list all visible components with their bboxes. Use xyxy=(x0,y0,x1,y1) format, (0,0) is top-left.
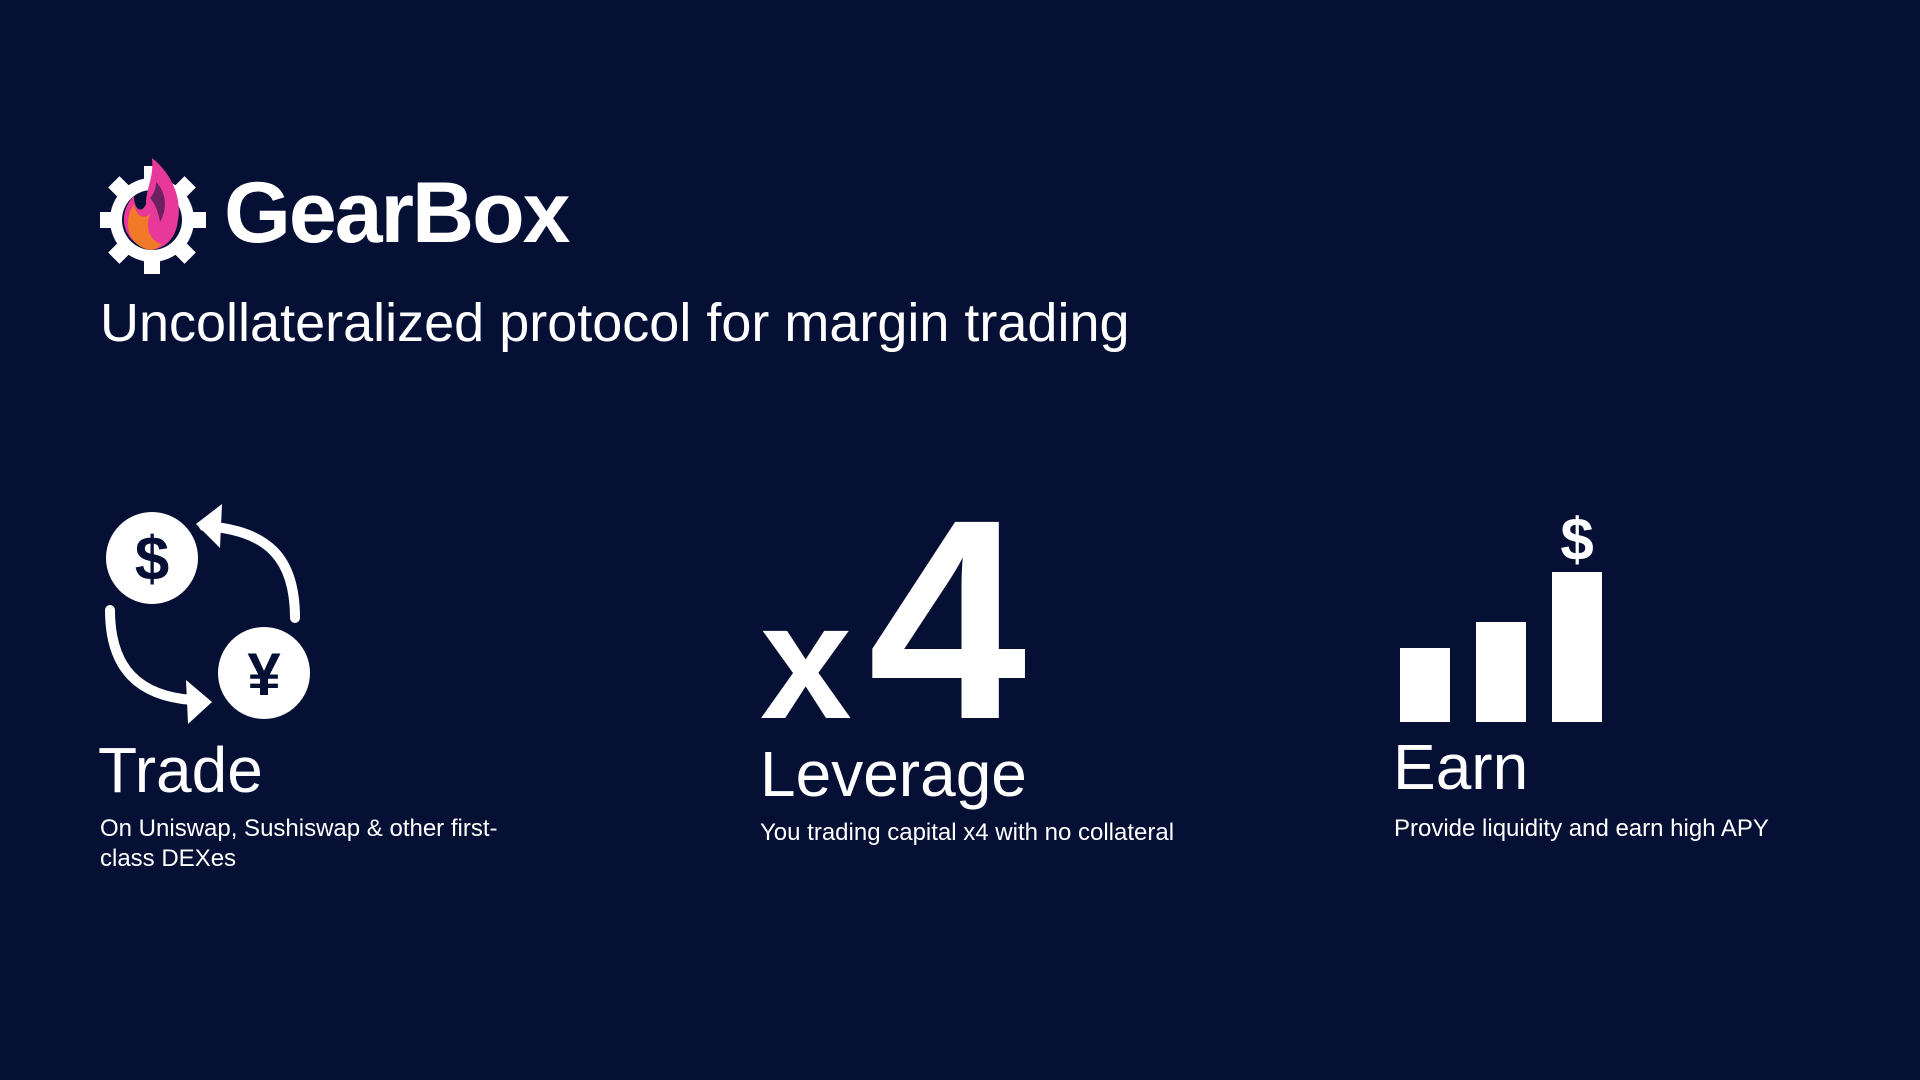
currency-exchange-icon: $ ¥ xyxy=(105,504,310,724)
gear-flame-icon xyxy=(100,158,206,274)
trade-description: On Uniswap, Sushiswap & other first-clas… xyxy=(100,815,498,872)
bar-1 xyxy=(1400,648,1450,722)
multiplier-number: 4 xyxy=(868,500,1028,730)
x-prefix: x xyxy=(760,569,852,730)
x4-multiplier: x 4 xyxy=(760,500,1028,730)
dollar-symbol: $ xyxy=(135,525,169,594)
earn-dollar-symbol: $ xyxy=(1560,506,1593,573)
earn-title: Earn xyxy=(1393,731,1529,803)
trade-title: Trade xyxy=(98,734,263,806)
leverage-description: You trading capital x4 with no collatera… xyxy=(760,819,1175,846)
leverage-title: Leverage xyxy=(760,738,1027,810)
bar-2 xyxy=(1476,622,1526,722)
brand-name: GearBox xyxy=(224,165,570,261)
growth-bars-icon: $ xyxy=(1400,506,1602,722)
tagline: Uncollateralized protocol for margin tra… xyxy=(100,293,1130,353)
yen-symbol: ¥ xyxy=(247,641,281,708)
earn-description: Provide liquidity and earn high APY xyxy=(1394,815,1769,842)
bar-3 xyxy=(1552,572,1602,722)
